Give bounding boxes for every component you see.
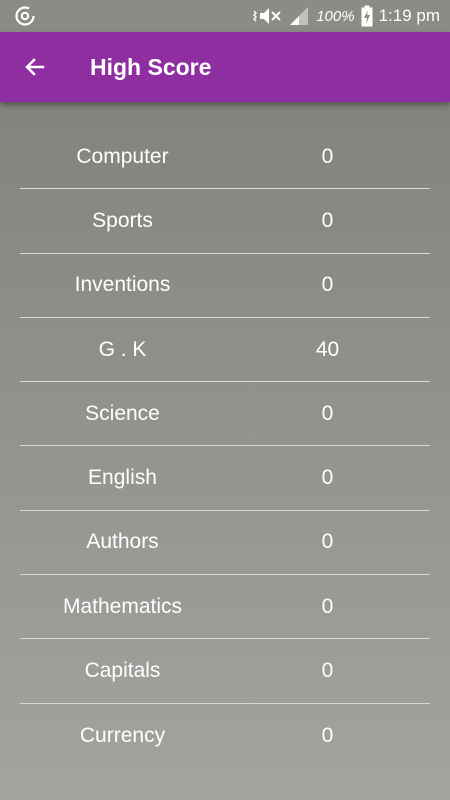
- score-row-gk[interactable]: G . K 40: [20, 318, 430, 383]
- score-value: 0: [321, 530, 334, 554]
- status-bar: 100% 1:19 pm: [0, 0, 450, 32]
- battery-percentage: 100%: [316, 7, 355, 25]
- status-time: 1:19 pm: [378, 6, 440, 25]
- score-value: 0: [321, 723, 334, 747]
- score-value: 40: [315, 337, 340, 361]
- category-label: Science: [85, 401, 160, 425]
- category-label: Authors: [86, 530, 159, 554]
- app-bar: High Score: [0, 32, 450, 102]
- vibrate-mute-icon: [253, 8, 281, 24]
- category-label: Capitals: [84, 659, 161, 683]
- category-label: Sports: [92, 208, 153, 232]
- back-button[interactable]: [0, 32, 70, 102]
- battery-charging-icon: [361, 5, 373, 27]
- score-row-science[interactable]: Science 0: [20, 382, 430, 447]
- score-value: 0: [321, 208, 334, 232]
- status-right-group: 100% 1:19 pm: [252, 0, 440, 32]
- score-row-english[interactable]: English 0: [20, 446, 430, 511]
- category-label: English: [88, 466, 157, 490]
- arrow-left-icon: [25, 58, 45, 76]
- score-value: 0: [321, 594, 334, 618]
- category-label: Inventions: [74, 273, 171, 297]
- score-value: 0: [321, 659, 334, 683]
- page-title: High Score: [90, 53, 212, 80]
- score-list: Computer 0 Sports 0 Inventions 0 G . K 4…: [20, 125, 430, 768]
- score-row-mathematics[interactable]: Mathematics 0: [20, 575, 430, 640]
- signal-icon: [290, 7, 309, 25]
- category-label: G . K: [98, 337, 147, 361]
- score-row-computer[interactable]: Computer 0: [20, 125, 430, 190]
- score-value: 0: [321, 401, 334, 425]
- score-value: 0: [321, 144, 334, 168]
- sync-icon: [15, 6, 35, 26]
- score-value: 0: [321, 273, 334, 297]
- category-label: Computer: [76, 144, 169, 168]
- score-row-capitals[interactable]: Capitals 0: [20, 639, 430, 704]
- score-row-authors[interactable]: Authors 0: [20, 511, 430, 576]
- score-row-sports[interactable]: Sports 0: [20, 189, 430, 254]
- category-label: Mathematics: [62, 594, 183, 618]
- category-label: Currency: [79, 723, 166, 747]
- score-value: 0: [321, 466, 334, 490]
- score-row-currency[interactable]: Currency 0: [20, 704, 430, 768]
- score-row-inventions[interactable]: Inventions 0: [20, 254, 430, 318]
